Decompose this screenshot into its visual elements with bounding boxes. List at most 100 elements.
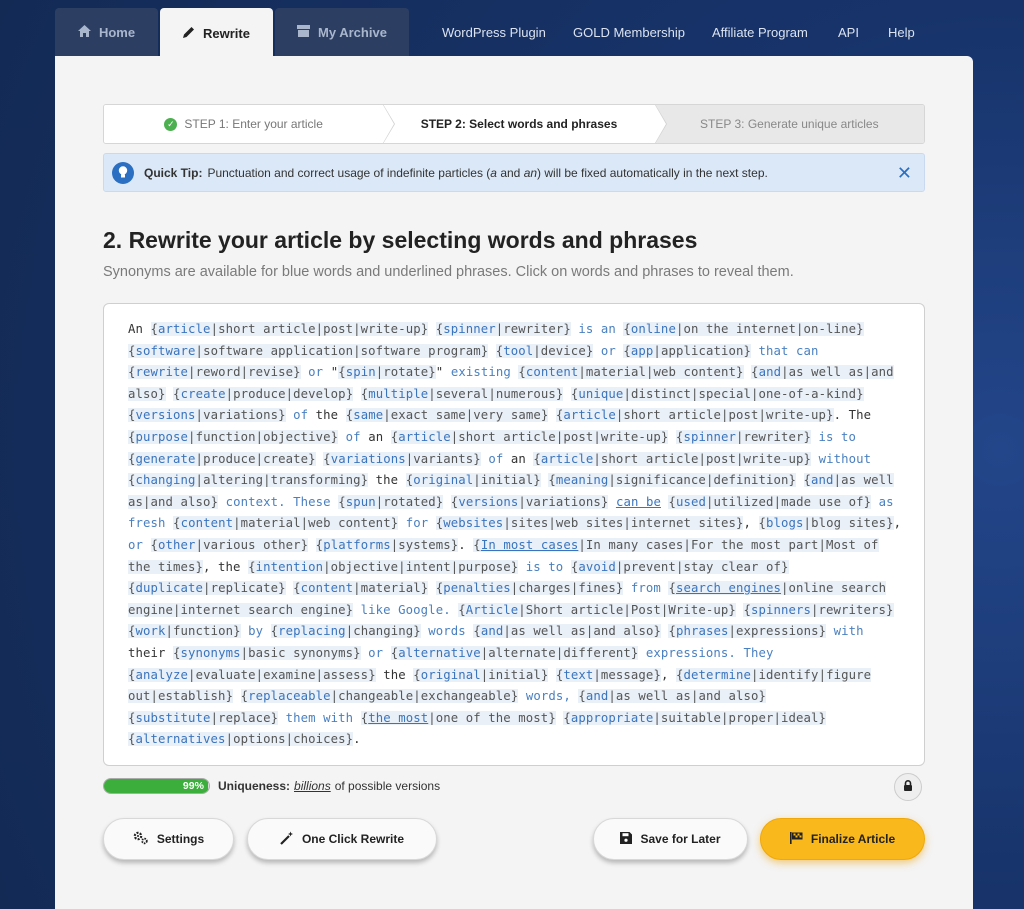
spin-group[interactable]: {generate|produce|create} — [128, 451, 316, 466]
spin-group[interactable]: {analyze|evaluate|examine|assess} — [128, 667, 376, 682]
spin-group[interactable]: {penalties|charges|fines} — [435, 581, 624, 596]
synonym-word[interactable]: like Google. — [361, 603, 451, 617]
finalize-article-button[interactable]: Finalize Article — [760, 818, 925, 860]
settings-button[interactable]: Settings — [103, 818, 234, 860]
tab-my-archive[interactable]: My Archive — [275, 8, 409, 56]
spin-group[interactable]: {work|function} — [128, 624, 241, 639]
spin-group[interactable]: {original|initial} — [405, 473, 541, 488]
synonym-word[interactable]: without — [819, 452, 872, 466]
spin-option: significance — [615, 473, 706, 488]
synonym-word[interactable]: them with — [286, 711, 354, 725]
spin-group[interactable]: {alternative|alternate|different} — [390, 645, 639, 660]
spin-option: exact same — [390, 408, 466, 423]
spin-group[interactable]: {blogs|blog sites} — [758, 516, 894, 531]
article-editor[interactable]: An {article|short article|post|write-up}… — [103, 303, 925, 766]
spin-group[interactable]: {the most|one of the most} — [360, 710, 556, 725]
spin-group[interactable]: {app|application} — [623, 343, 751, 358]
spin-group[interactable]: {content|material|web content} — [518, 365, 744, 380]
spin-group[interactable]: {online|on the internet|on-line} — [623, 322, 864, 336]
spin-group[interactable]: {create|produce|develop} — [173, 386, 354, 401]
synonym-word[interactable]: or — [128, 538, 143, 552]
spin-group[interactable]: {tool|device} — [495, 343, 594, 358]
spin-group[interactable]: {spinners|rewriters} — [743, 602, 894, 617]
spin-group[interactable]: {avoid|prevent|stay clear of} — [570, 559, 789, 574]
spin-group[interactable]: {Article|Short article|Post|Write-up} — [458, 602, 736, 617]
synonym-word[interactable]: with — [834, 624, 864, 638]
spin-group[interactable]: {meaning|significance|definition} — [548, 473, 797, 488]
spin-group[interactable]: {used|utilized|made use of} — [668, 494, 872, 509]
spin-group[interactable]: {and|as well as|and also} — [578, 689, 767, 704]
spin-group[interactable]: {platforms|systems} — [315, 537, 459, 552]
spin-group[interactable]: {article|short article|post|write-up} — [390, 429, 669, 444]
lock-button[interactable] — [894, 773, 922, 801]
nav-link-wordpress-plugin[interactable]: WordPress Plugin — [442, 8, 546, 56]
tab-home[interactable]: Home — [55, 8, 158, 56]
synonym-word[interactable]: or — [368, 646, 383, 660]
spin-group[interactable]: {multiple|several|numerous} — [360, 386, 564, 401]
one-click-rewrite-button[interactable]: One Click Rewrite — [247, 818, 437, 860]
synonym-word[interactable]: context. — [226, 495, 286, 509]
synonym-word[interactable]: words — [428, 624, 466, 638]
synonym-word[interactable]: expressions. — [646, 646, 736, 660]
spin-group[interactable]: {changing|altering|transforming} — [128, 473, 369, 488]
spin-group[interactable]: {variations|variants} — [323, 451, 481, 466]
synonym-word[interactable]: of — [293, 408, 308, 422]
tab-rewrite[interactable]: Rewrite — [160, 8, 273, 58]
synonym-word[interactable]: from — [631, 581, 661, 595]
spin-group[interactable]: {intention|objective|intent|purpose} — [248, 559, 519, 574]
step-3-label: STEP 3: Generate unique articles — [700, 117, 879, 131]
spin-group[interactable]: {software|software application|software … — [128, 343, 489, 358]
synonym-word[interactable]: that can — [759, 344, 819, 358]
spin-group[interactable]: {alternatives|options|choices} — [128, 732, 354, 747]
close-icon[interactable]: ✕ — [897, 164, 912, 182]
synonym-word[interactable]: is an — [578, 322, 616, 336]
nav-link-gold-membership[interactable]: GOLD Membership — [573, 8, 685, 56]
spin-group[interactable]: {spinner|rewriter} — [675, 429, 812, 444]
synonym-word[interactable]: These — [293, 495, 331, 509]
synonym-word[interactable]: existing — [451, 365, 511, 379]
spin-group[interactable]: {versions|variations} — [128, 408, 286, 423]
spin-group[interactable]: {replacing|changing} — [270, 624, 421, 639]
synonym-word[interactable]: is to — [526, 560, 564, 574]
spin-group[interactable]: {content|material|web content} — [173, 516, 399, 531]
nav-link-help[interactable]: Help — [888, 8, 915, 56]
spin-group[interactable]: {other|various other} — [150, 537, 309, 552]
spin-group[interactable]: {article|short article|post|write-up} — [150, 322, 429, 336]
spin-group[interactable]: {unique|distinct|special|one-of-a-kind} — [570, 386, 864, 401]
synonym-word[interactable]: of — [488, 452, 503, 466]
spin-selected-option: platforms — [323, 537, 391, 552]
synonym-word[interactable]: for — [406, 516, 429, 530]
spin-group[interactable]: {substitute|replace} — [128, 710, 279, 725]
spin-group[interactable]: {spun|rotated} — [338, 494, 444, 509]
spin-group[interactable]: {same|exact same|very same} — [345, 408, 549, 423]
spin-group[interactable]: {text|message} — [555, 667, 661, 682]
spin-group[interactable]: {appropriate|suitable|proper|ideal} — [563, 710, 827, 725]
spin-group[interactable]: {spinner|rewriter} — [435, 322, 571, 336]
spin-group[interactable]: {websites|sites|web sites|internet sites… — [435, 516, 744, 531]
synonym-phrase[interactable]: can be — [616, 495, 661, 509]
nav-link-affiliate-program[interactable]: Affiliate Program — [712, 8, 808, 56]
spin-group[interactable]: {replaceable|changeable|exchangeable} — [240, 689, 519, 704]
synonym-word[interactable]: or — [601, 344, 616, 358]
spin-group[interactable]: {rewrite|reword|revise} — [128, 365, 301, 380]
spin-group[interactable]: {versions|variations} — [450, 494, 609, 509]
spin-group[interactable]: {spin|rotate} — [338, 365, 436, 380]
synonym-word[interactable]: They — [743, 646, 773, 660]
spin-group[interactable]: {duplicate|replicate} — [128, 581, 286, 596]
synonym-word[interactable]: by — [248, 624, 263, 638]
spin-group[interactable]: {article|short article|post|write-up} — [533, 451, 812, 466]
spin-group[interactable]: {purpose|function|objective} — [128, 429, 339, 444]
spin-group[interactable]: {synonyms|basic synonyms} — [173, 645, 361, 660]
synonym-word[interactable]: of — [346, 430, 361, 444]
step-1[interactable]: ✓ STEP 1: Enter your article — [104, 105, 396, 143]
synonym-word[interactable]: words, — [526, 689, 571, 703]
nav-link-api[interactable]: API — [838, 8, 859, 56]
save-for-later-button[interactable]: Save for Later — [593, 818, 748, 860]
synonym-word[interactable]: is to — [819, 430, 857, 444]
spin-group[interactable]: {content|material} — [293, 581, 429, 596]
synonym-word[interactable]: or — [308, 365, 323, 379]
spin-group[interactable]: {original|initial} — [413, 667, 549, 682]
spin-group[interactable]: {phrases|expressions} — [668, 624, 827, 639]
spin-group[interactable]: {and|as well as|and also} — [473, 624, 661, 639]
spin-group[interactable]: {article|short article|post|write-up} — [555, 408, 834, 423]
